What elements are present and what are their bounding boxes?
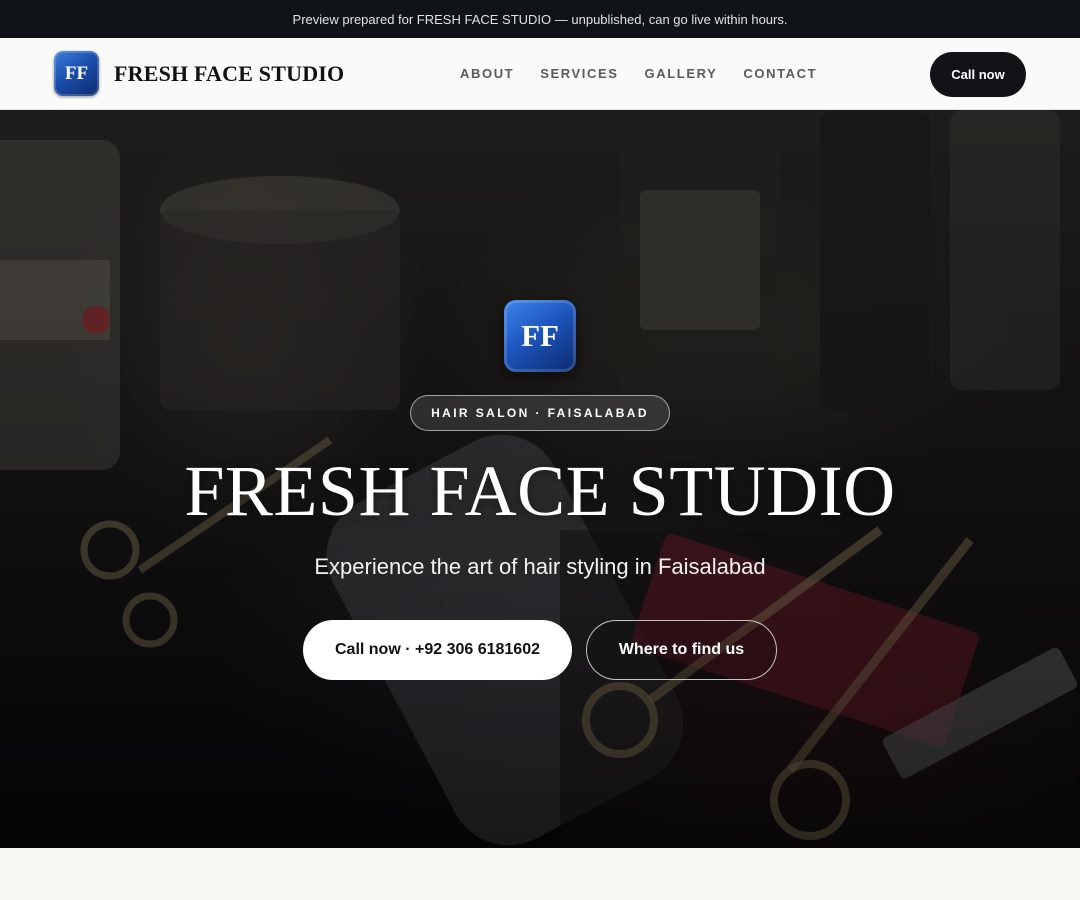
brand-link[interactable]: FF FRESH FACE STUDIO <box>54 51 344 96</box>
preview-banner: Preview prepared for FRESH FACE STUDIO —… <box>0 0 1080 38</box>
brand-name: FRESH FACE STUDIO <box>114 60 345 86</box>
nav-link-services[interactable]: SERVICES <box>540 66 618 81</box>
main-nav: ABOUT SERVICES GALLERY CONTACT <box>460 66 817 81</box>
next-section <box>0 848 1080 900</box>
hero-logo-text: FF <box>521 318 559 353</box>
brand-logo: FF <box>54 51 99 96</box>
hero-call-button[interactable]: Call now · +92 306 6181602 <box>303 620 572 680</box>
nav-link-gallery[interactable]: GALLERY <box>645 66 718 81</box>
preview-banner-text: Preview prepared for FRESH FACE STUDIO —… <box>292 11 788 27</box>
nav-link-about[interactable]: ABOUT <box>460 66 514 81</box>
hero-title: FRESH FACE STUDIO <box>184 451 896 531</box>
nav-link-contact[interactable]: CONTACT <box>743 66 817 81</box>
hero-subtitle: Experience the art of hair styling in Fa… <box>314 554 766 579</box>
brand-logo-text: FF <box>64 62 89 84</box>
hero-logo: FF <box>504 300 576 372</box>
header-call-button[interactable]: Call now <box>930 52 1026 97</box>
hero-section: FF HAIR SALON · FAISALABAD FRESH FACE ST… <box>0 110 1080 848</box>
hero-location-button[interactable]: Where to find us <box>586 620 777 680</box>
hero-category-tag: HAIR SALON · FAISALABAD <box>410 395 670 431</box>
site-header: FF FRESH FACE STUDIO ABOUT SERVICES GALL… <box>0 38 1080 110</box>
